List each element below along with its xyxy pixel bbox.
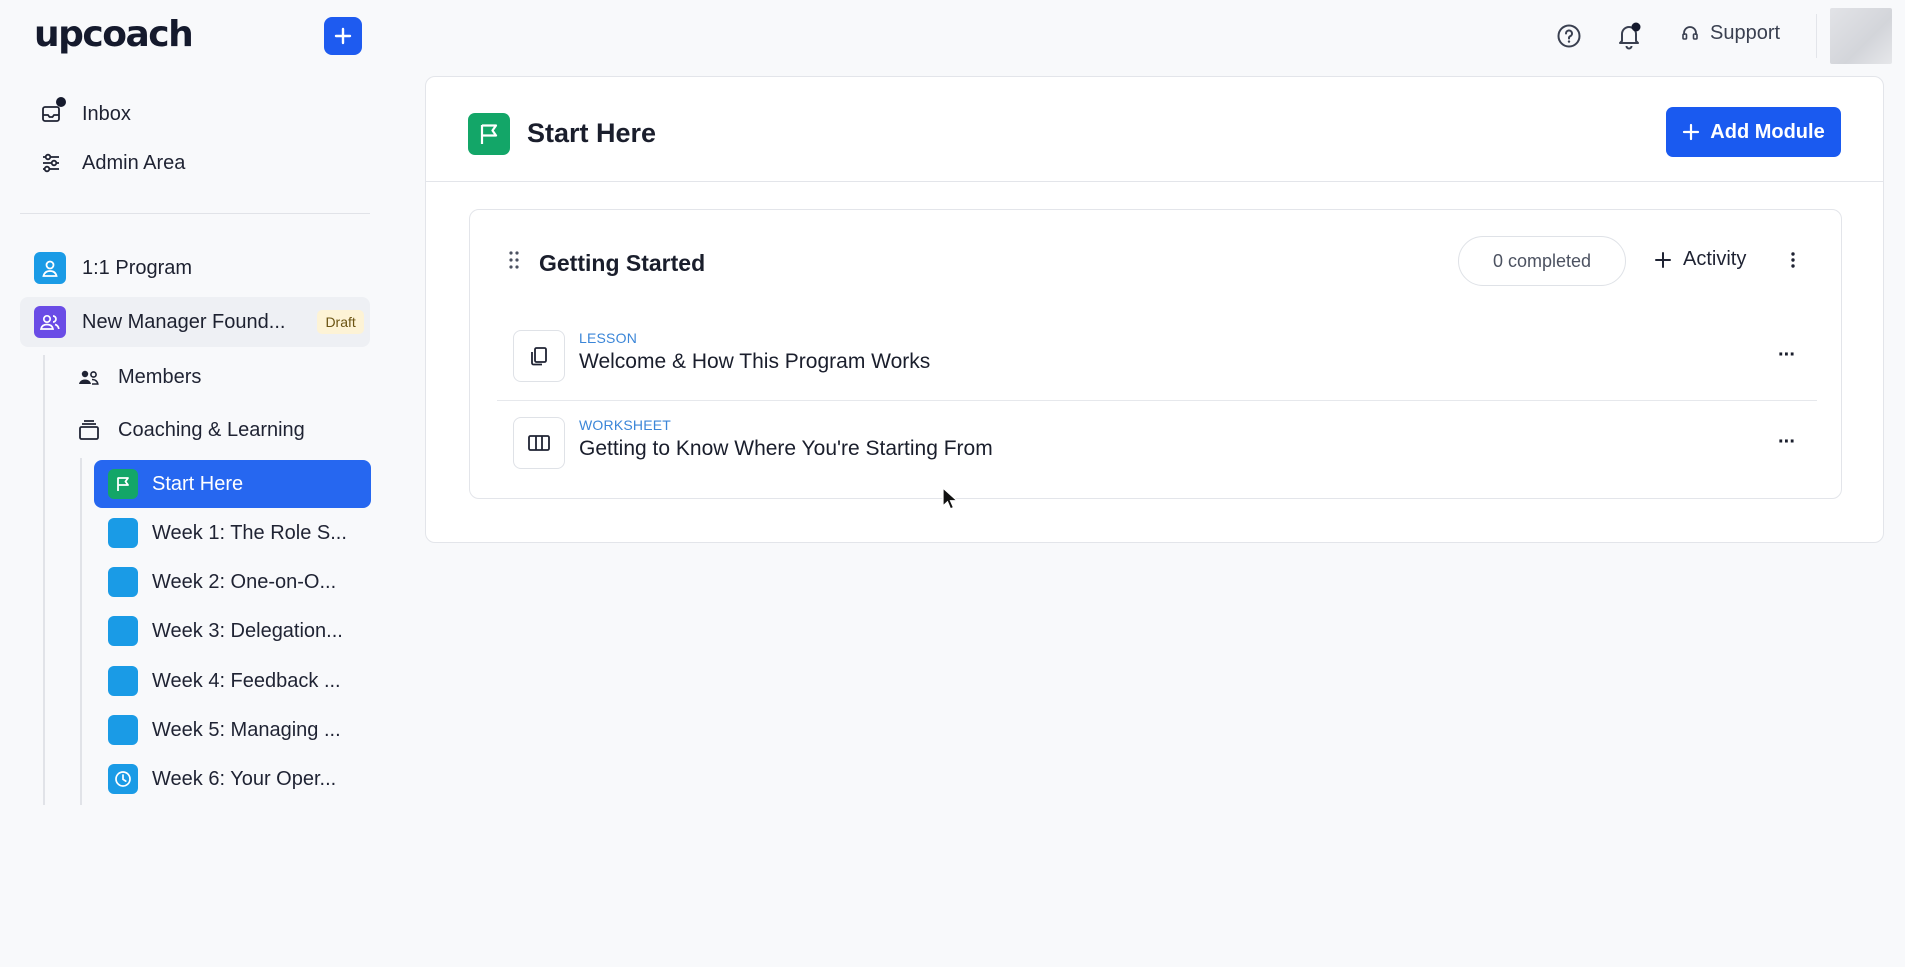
sidebar-program-1-1[interactable]: 1:1 Program [20,243,370,293]
vertical-dots-icon [1791,252,1795,268]
program-label: 1:1 Program [82,256,193,279]
bell-icon [1619,22,1641,50]
flag-icon [108,469,138,499]
program-label: New Manager Found... [82,310,286,333]
headset-icon [1682,25,1698,40]
page-title: Start Here [527,118,657,148]
sidebar-week-6[interactable]: Week 6: Your Oper... [94,755,371,803]
activity-title: Getting to Know Where You're Starting Fr… [579,437,993,460]
add-activity-button[interactable]: Activity [1653,248,1746,271]
week-label: Start Here [152,472,244,495]
members-icon [76,364,102,390]
week-label: Week 4: Feedback ... [152,669,341,692]
user-icon [34,252,66,284]
sidebar-week-1[interactable]: Week 1: The Role S... [94,509,371,557]
help-icon [1557,24,1581,48]
sidebar-item-label: Members [118,365,202,388]
week-label: Week 6: Your Oper... [152,767,337,790]
support-label: Support [1710,22,1781,44]
activity-more-button[interactable]: ··· [1778,431,1796,454]
drag-handle-icon[interactable] [508,250,520,275]
user-avatar[interactable] [1830,8,1892,64]
main-panel: Start Here Add Module Getting Started 0 … [425,76,1884,543]
users-icon [34,306,66,338]
activity-label: Activity [1683,248,1747,270]
sidebar-week-2[interactable]: Week 2: One-on-O... [94,558,371,606]
activity-type: LESSON [579,330,637,346]
module-title: Getting Started [539,250,706,276]
sidebar-item-label: Admin Area [82,151,186,174]
week-label: Week 2: One-on-O... [152,570,337,593]
sidebar-week-start-here[interactable]: Start Here [94,460,371,508]
add-module-label: Add Module [1710,120,1825,143]
create-button[interactable] [324,17,362,55]
upcoach-logo[interactable]: upcoach [34,14,194,55]
sidebar-item-inbox[interactable]: Inbox [38,101,131,127]
support-button[interactable]: Support [1680,22,1780,45]
tree-line [43,355,45,805]
module-card: Getting Started 0 completed Activity LES… [469,209,1842,499]
columns-icon [513,417,565,469]
flag-icon [468,113,510,155]
activity-title: Welcome & How This Program Works [579,350,931,373]
sidebar-item-label: Coaching & Learning [118,418,305,441]
clock-icon [108,764,138,794]
sidebar-week-3[interactable]: Week 3: Delegation... [94,607,371,655]
sidebar-item-admin-area[interactable]: Admin Area [38,150,185,176]
week-color-square [108,715,138,745]
sliders-icon [38,150,64,176]
plus-icon [334,27,352,45]
sidebar-item-label: Inbox [82,102,131,125]
week-label: Week 1: The Role S... [152,521,347,544]
week-label: Week 3: Delegation... [152,619,343,642]
main-header: Start Here Add Module [426,77,1883,182]
help-button[interactable] [1555,22,1583,50]
week-color-square [108,616,138,646]
plus-icon [1655,251,1671,268]
tree-line [80,458,82,805]
stack-icon [76,417,102,443]
sidebar-item-members[interactable]: Members [76,364,201,390]
sidebar-program-new-manager[interactable]: New Manager Found... Draft [20,297,370,347]
activity-row[interactable]: WORKSHEET Getting to Know Where You're S… [497,401,1817,487]
mouse-cursor-icon [942,486,959,516]
activity-more-button[interactable]: ··· [1778,344,1796,367]
activity-row[interactable]: LESSON Welcome & How This Program Works … [497,314,1817,400]
draft-badge: Draft [317,310,364,334]
sidebar-item-coaching-learning[interactable]: Coaching & Learning [76,417,305,443]
module-menu-button[interactable] [1790,250,1796,275]
week-color-square [108,666,138,696]
inbox-unread-dot [56,97,66,107]
topbar-divider [1816,14,1817,58]
copy-icon [513,330,565,382]
week-color-square [108,567,138,597]
completed-count-pill: 0 completed [1458,236,1626,286]
sidebar-week-5[interactable]: Week 5: Managing ... [94,706,371,754]
week-label: Week 5: Managing ... [152,718,341,741]
sidebar-week-4[interactable]: Week 4: Feedback ... [94,657,371,705]
week-color-square [108,518,138,548]
notifications-button[interactable] [1615,22,1643,50]
sidebar-divider [20,213,370,214]
add-module-button[interactable]: Add Module [1666,107,1841,157]
activity-type: WORKSHEET [579,417,672,433]
plus-icon [1683,123,1700,141]
